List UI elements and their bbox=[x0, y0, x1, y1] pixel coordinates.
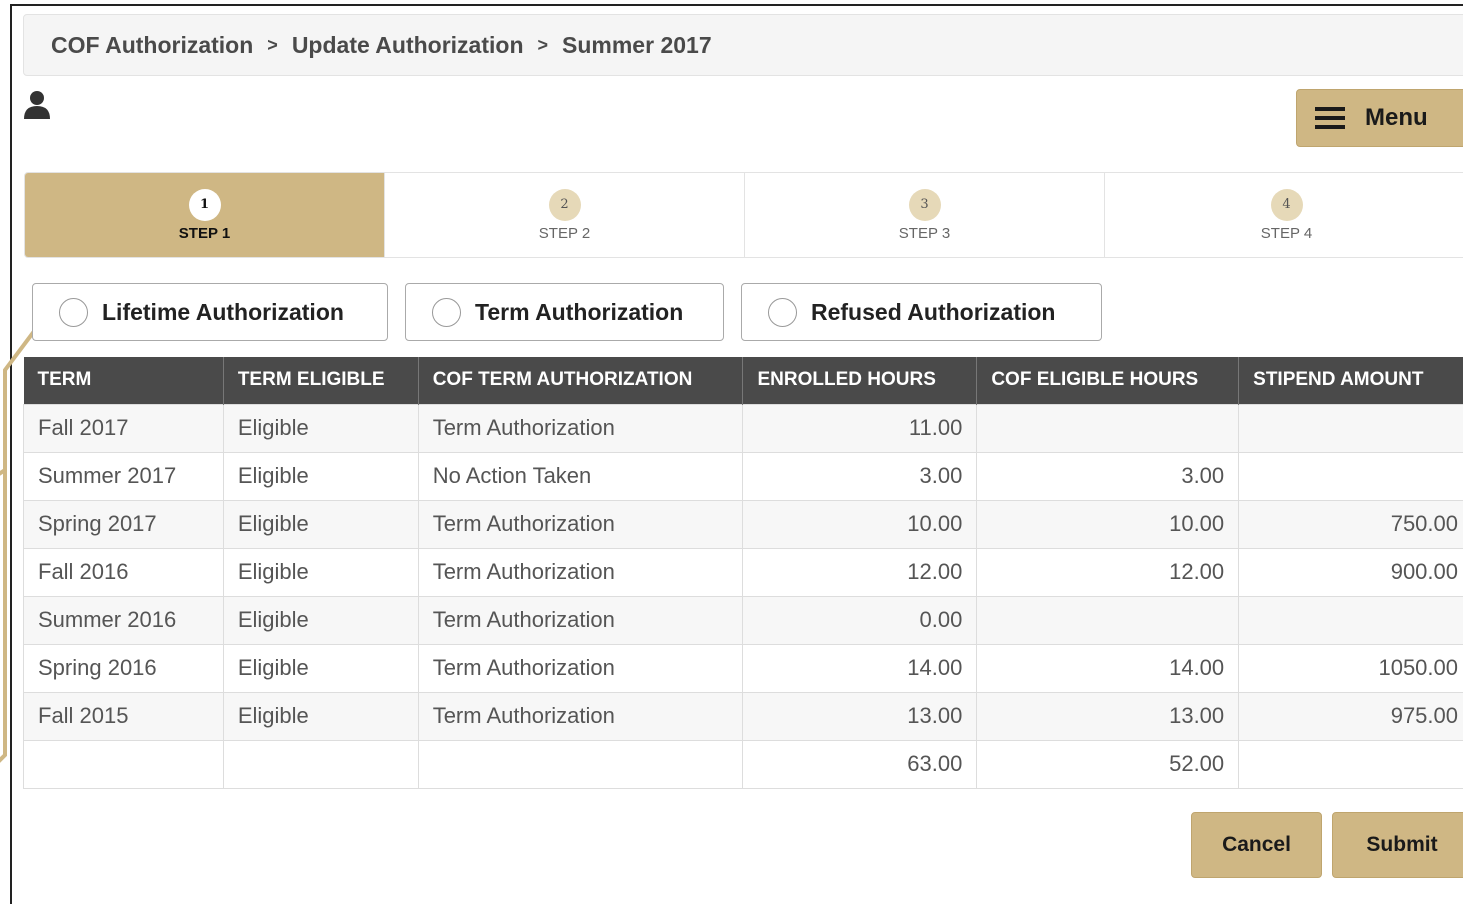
cell-cof-eligible-hours: 12.00 bbox=[977, 548, 1239, 596]
column-header-stipend-amount[interactable]: STIPEND AMOUNT bbox=[1239, 357, 1463, 404]
refused-authorization-option[interactable]: Refused Authorization bbox=[741, 283, 1102, 341]
radio-button[interactable] bbox=[768, 298, 797, 327]
cell-cof-term-authorization: Term Authorization bbox=[418, 548, 743, 596]
step-1-tab[interactable]: 1 STEP 1 bbox=[25, 173, 385, 257]
cell-stipend-amount: 975.00 bbox=[1239, 692, 1463, 740]
cell-enrolled-hours: 12.00 bbox=[743, 548, 977, 596]
cell-enrolled-hours: 11.00 bbox=[743, 404, 977, 452]
table-row: Fall 2017 Eligible Term Authorization 11… bbox=[24, 404, 1463, 452]
lifetime-authorization-option[interactable]: Lifetime Authorization bbox=[32, 283, 388, 341]
cell-enrolled-hours: 10.00 bbox=[743, 500, 977, 548]
cell-cof-term-authorization bbox=[418, 740, 743, 788]
cell-term-eligible: Eligible bbox=[223, 404, 418, 452]
breadcrumb-separator: > bbox=[267, 35, 278, 56]
cell-term: Spring 2017 bbox=[24, 500, 224, 548]
cell-term-eligible: Eligible bbox=[223, 500, 418, 548]
radio-button[interactable] bbox=[432, 298, 461, 327]
table-row: Summer 2016 Eligible Term Authorization … bbox=[24, 596, 1463, 644]
submit-button[interactable]: Submit bbox=[1332, 812, 1463, 878]
cell-term: Fall 2016 bbox=[24, 548, 224, 596]
cell-term: Fall 2017 bbox=[24, 404, 224, 452]
radio-button[interactable] bbox=[59, 298, 88, 327]
cell-cof-eligible-hours bbox=[977, 404, 1239, 452]
table-row: Spring 2016 Eligible Term Authorization … bbox=[24, 644, 1463, 692]
cell-term: Summer 2016 bbox=[24, 596, 224, 644]
cell-stipend-amount bbox=[1239, 404, 1463, 452]
step-number-badge: 2 bbox=[549, 189, 581, 221]
cancel-button[interactable]: Cancel bbox=[1191, 812, 1322, 878]
cell-stipend-amount: 750.00 bbox=[1239, 500, 1463, 548]
option-label: Term Authorization bbox=[475, 299, 683, 326]
term-authorization-option[interactable]: Term Authorization bbox=[405, 283, 724, 341]
cell-stipend-amount bbox=[1239, 452, 1463, 500]
cell-cof-eligible-hours bbox=[977, 596, 1239, 644]
table-row: Spring 2017 Eligible Term Authorization … bbox=[24, 500, 1463, 548]
cell-cof-eligible-hours: 13.00 bbox=[977, 692, 1239, 740]
step-number-badge: 1 bbox=[189, 189, 221, 221]
cell-enrolled-hours: 13.00 bbox=[743, 692, 977, 740]
cell-cof-eligible-hours: 3.00 bbox=[977, 452, 1239, 500]
step-wizard: 1 STEP 1 2 STEP 2 3 STEP 3 4 STEP 4 bbox=[24, 172, 1463, 258]
column-header-term[interactable]: TERM bbox=[24, 357, 224, 404]
total-enrolled-hours: 63.00 bbox=[743, 740, 977, 788]
table-row: Fall 2016 Eligible Term Authorization 12… bbox=[24, 548, 1463, 596]
cell-cof-eligible-hours: 10.00 bbox=[977, 500, 1239, 548]
cell-stipend-amount bbox=[1239, 740, 1463, 788]
cell-term-eligible: Eligible bbox=[223, 692, 418, 740]
step-4-tab[interactable]: 4 STEP 4 bbox=[1105, 173, 1463, 257]
cell-term-eligible bbox=[223, 740, 418, 788]
breadcrumb-current: Summer 2017 bbox=[562, 32, 712, 59]
step-3-tab[interactable]: 3 STEP 3 bbox=[745, 173, 1105, 257]
cell-term-eligible: Eligible bbox=[223, 548, 418, 596]
breadcrumb-separator: > bbox=[538, 35, 549, 56]
column-header-enrolled-hours[interactable]: ENROLLED HOURS bbox=[743, 357, 977, 404]
cell-cof-term-authorization: Term Authorization bbox=[418, 596, 743, 644]
cell-term: Summer 2017 bbox=[24, 452, 224, 500]
cell-enrolled-hours: 0.00 bbox=[743, 596, 977, 644]
cell-term bbox=[24, 740, 224, 788]
terms-table: TERM TERM ELIGIBLE COF TERM AUTHORIZATIO… bbox=[23, 357, 1463, 789]
column-header-cof-eligible-hours[interactable]: COF ELIGIBLE HOURS bbox=[977, 357, 1239, 404]
cell-term: Spring 2016 bbox=[24, 644, 224, 692]
table-row: Fall 2015 Eligible Term Authorization 13… bbox=[24, 692, 1463, 740]
cell-cof-term-authorization: No Action Taken bbox=[418, 452, 743, 500]
table-row: Summer 2017 Eligible No Action Taken 3.0… bbox=[24, 452, 1463, 500]
breadcrumb-cof-authorization[interactable]: COF Authorization bbox=[51, 32, 253, 59]
cell-cof-term-authorization: Term Authorization bbox=[418, 644, 743, 692]
step-label: STEP 1 bbox=[179, 225, 230, 242]
cell-enrolled-hours: 14.00 bbox=[743, 644, 977, 692]
table-header-row: TERM TERM ELIGIBLE COF TERM AUTHORIZATIO… bbox=[24, 357, 1463, 404]
column-header-cof-term-authorization[interactable]: COF TERM AUTHORIZATION bbox=[418, 357, 743, 404]
step-label: STEP 3 bbox=[899, 225, 950, 242]
breadcrumb-update-authorization[interactable]: Update Authorization bbox=[292, 32, 524, 59]
step-number-badge: 4 bbox=[1271, 189, 1303, 221]
column-header-term-eligible[interactable]: TERM ELIGIBLE bbox=[223, 357, 418, 404]
hamburger-icon bbox=[1315, 106, 1345, 130]
breadcrumb: COF Authorization > Update Authorization… bbox=[23, 14, 1463, 76]
cell-stipend-amount: 1050.00 bbox=[1239, 644, 1463, 692]
cell-cof-term-authorization: Term Authorization bbox=[418, 692, 743, 740]
cell-term: Fall 2015 bbox=[24, 692, 224, 740]
cell-cof-eligible-hours: 14.00 bbox=[977, 644, 1239, 692]
menu-button[interactable]: Menu bbox=[1296, 89, 1463, 147]
cell-stipend-amount bbox=[1239, 596, 1463, 644]
cell-term-eligible: Eligible bbox=[223, 644, 418, 692]
cell-cof-term-authorization: Term Authorization bbox=[418, 404, 743, 452]
menu-label: Menu bbox=[1365, 104, 1428, 132]
step-label: STEP 2 bbox=[539, 225, 590, 242]
option-label: Lifetime Authorization bbox=[102, 299, 344, 326]
table-totals-row: 63.00 52.00 bbox=[24, 740, 1463, 788]
cell-term-eligible: Eligible bbox=[223, 452, 418, 500]
step-label: STEP 4 bbox=[1261, 225, 1312, 242]
cell-cof-term-authorization: Term Authorization bbox=[418, 500, 743, 548]
total-cof-eligible-hours: 52.00 bbox=[977, 740, 1239, 788]
cell-term-eligible: Eligible bbox=[223, 596, 418, 644]
user-icon[interactable] bbox=[23, 90, 51, 120]
step-number-badge: 3 bbox=[909, 189, 941, 221]
option-label: Refused Authorization bbox=[811, 299, 1055, 326]
cell-enrolled-hours: 3.00 bbox=[743, 452, 977, 500]
cell-stipend-amount: 900.00 bbox=[1239, 548, 1463, 596]
step-2-tab[interactable]: 2 STEP 2 bbox=[385, 173, 745, 257]
